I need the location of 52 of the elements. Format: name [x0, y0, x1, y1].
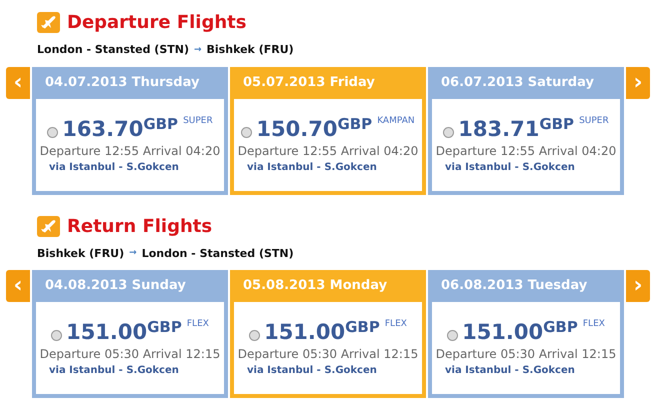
section-title: Departure Flights	[67, 11, 246, 35]
currency: GBP	[539, 114, 574, 134]
currency: GBP	[337, 114, 372, 134]
route-destination: London - Stansted (STN)	[142, 246, 294, 262]
fare-radio[interactable]	[447, 330, 458, 341]
via-airport: via Istanbul - S.Gokcen	[246, 364, 377, 378]
fare-radio[interactable]	[241, 126, 252, 138]
via-airport: via Istanbul - S.Gokcen	[444, 160, 575, 174]
fare-class: FLEX	[384, 318, 407, 331]
price: 183.71	[458, 118, 540, 140]
currency: GBP	[143, 114, 178, 134]
fare-class: SUPER	[579, 114, 609, 128]
day-date: 06.08.2013 Tuesday	[440, 277, 588, 296]
flight-times: Departure 12:55 Arrival 04:20	[436, 142, 616, 160]
fare-radio[interactable]	[51, 330, 62, 341]
route-destination: Bishkek (FRU)	[206, 42, 294, 58]
price: 150.70	[256, 118, 338, 140]
route-origin: London - Stansted (STN)	[37, 42, 189, 58]
route-origin: Bishkek (FRU)	[37, 246, 124, 262]
fare-class: FLEX	[582, 318, 605, 331]
currency: GBP	[543, 317, 578, 338]
day-date: 05.07.2013 Friday	[242, 74, 376, 92]
day-date: 05.08.2013 Monday	[242, 277, 388, 296]
price: 163.70	[62, 118, 144, 140]
via-airport: via Istanbul - S.Gokcen	[444, 364, 575, 378]
airplane-icon	[37, 12, 60, 33]
flight-times: Departure 12:55 Arrival 04:20	[238, 142, 418, 160]
day-date: 04.08.2013 Sunday	[44, 277, 187, 296]
fare-class: SUPER	[183, 114, 213, 128]
route-arrow: →	[194, 44, 202, 56]
fare-class: FLEX	[186, 318, 209, 331]
fare-radio[interactable]	[249, 330, 260, 341]
via-airport: via Istanbul - S.Gokcen	[246, 160, 377, 174]
via-airport: via Istanbul - S.Gokcen	[48, 160, 179, 174]
price: 151.00	[264, 322, 346, 343]
currency: GBP	[345, 317, 380, 338]
section-title: Return Flights	[67, 214, 212, 238]
price: 151.00	[462, 322, 544, 343]
fare-class: KAMPAN	[377, 114, 415, 128]
route-arrow: →	[129, 247, 137, 260]
flight-times: Departure 12:55 Arrival 04:20	[40, 142, 220, 160]
flight-times: Departure 05:30 Arrival 12:15	[436, 346, 616, 363]
fare-radio[interactable]	[47, 126, 58, 138]
currency: GBP	[147, 317, 182, 338]
day-date: 04.07.2013 Thursday	[44, 74, 200, 92]
day-date: 06.07.2013 Saturday	[440, 74, 595, 92]
fare-radio[interactable]	[443, 126, 454, 138]
airplane-icon	[37, 216, 60, 236]
flight-times: Departure 05:30 Arrival 12:15	[238, 346, 418, 363]
flight-times: Departure 05:30 Arrival 12:15	[40, 346, 220, 363]
via-airport: via Istanbul - S.Gokcen	[48, 364, 179, 378]
price: 151.00	[66, 322, 148, 343]
